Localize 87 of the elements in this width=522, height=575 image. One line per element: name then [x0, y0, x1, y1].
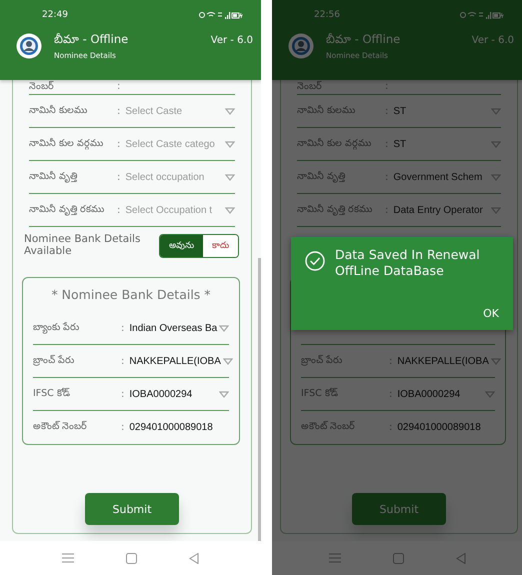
submit-button[interactable]: Submit — [85, 493, 179, 525]
submit-button[interactable]: Submit — [352, 493, 446, 525]
bank-details-label: Nominee Bank Details Available — [24, 234, 142, 258]
colon: : — [385, 81, 388, 92]
dropdown-icon[interactable] — [485, 390, 495, 398]
menu-icon[interactable] — [62, 553, 74, 563]
colon: : — [389, 356, 392, 366]
app-title: బీమా - Offline — [326, 32, 402, 48]
dropdown-icon[interactable] — [225, 140, 235, 148]
dropdown-value[interactable]: NAKKEPALLE(IOBA — [129, 356, 221, 366]
check-circle-icon — [305, 251, 325, 271]
field-label: నెంబర్ — [297, 82, 323, 92]
bank-details-title: * Nominee Bank Details * — [50, 286, 212, 304]
colon: : — [121, 388, 124, 400]
field-label: బ్రాంచ్ పేరు — [301, 356, 344, 366]
field-label: నామినీ వృత్తి — [297, 172, 346, 182]
app-title: బీమా - Offline — [54, 32, 130, 48]
field-value: 029401000089018 — [129, 422, 213, 433]
colon: : — [385, 172, 388, 182]
logo-icon — [288, 33, 314, 59]
home-icon[interactable] — [392, 552, 404, 564]
ok-button[interactable]: OK — [479, 305, 503, 322]
colon: : — [117, 106, 120, 116]
dropdown-value[interactable]: IOBA0000294 — [397, 388, 460, 400]
field-label: నామినీ కుల వర్గము — [297, 138, 372, 150]
status-time: 22:56 — [314, 10, 340, 20]
colon: : — [385, 106, 388, 116]
back-icon[interactable] — [189, 552, 199, 564]
dropdown-icon[interactable] — [491, 206, 501, 214]
back-icon[interactable] — [456, 552, 466, 564]
toggle-option[interactable]: కాదు — [203, 235, 238, 257]
dropdown-value[interactable]: Indian Overseas Ba — [129, 322, 218, 334]
field-value: 029401000089018 — [397, 422, 481, 433]
colon: : — [121, 422, 124, 433]
status-time: 22:49 — [42, 10, 68, 20]
field-label: IFSC కోడ్ — [301, 388, 339, 400]
colon: : — [117, 204, 120, 216]
status-icons — [460, 10, 504, 20]
version-label: Ver - 6.0 — [472, 35, 514, 46]
colon: : — [385, 138, 388, 150]
toggle-option[interactable]: అవును — [160, 235, 203, 257]
colon: : — [121, 356, 124, 366]
field-label: అకౌంట్ నెంబర్ — [301, 422, 356, 433]
dropdown-icon[interactable] — [219, 390, 229, 398]
menu-icon[interactable] — [328, 553, 340, 563]
field-label: నెంబర్ — [29, 82, 55, 92]
field-label: నామినీ వృత్తి రకము — [297, 204, 374, 216]
dropdown-icon[interactable] — [222, 358, 233, 364]
home-icon[interactable] — [126, 552, 137, 564]
dropdown-icon[interactable] — [225, 174, 235, 180]
dropdown-icon[interactable] — [491, 174, 501, 180]
dropdown-value[interactable]: NAKKEPALLE(IOBA — [397, 356, 489, 366]
colon: : — [117, 81, 120, 92]
field-label: నామినీ వృత్తి రకము — [29, 204, 106, 216]
colon: : — [117, 172, 120, 182]
dropdown-icon[interactable] — [219, 324, 230, 332]
colon: : — [117, 138, 120, 150]
colon: : — [385, 204, 388, 216]
dropdown-icon[interactable] — [225, 206, 235, 214]
field-label: బ్యాంకు పేరు — [33, 322, 80, 334]
dropdown-icon[interactable] — [490, 358, 501, 364]
field-label: అకౌంట్ నెంబర్ — [33, 422, 88, 433]
dropdown-icon[interactable] — [225, 108, 235, 114]
dropdown-value[interactable]: Government Schem — [393, 172, 482, 182]
colon: : — [121, 322, 124, 334]
field-label: నామినీ కులము — [29, 106, 88, 116]
dialog-message: Data Saved In Renewal OffLine DataBase — [335, 247, 481, 278]
dropdown-placeholder[interactable]: Select Caste — [125, 106, 182, 116]
status-icons — [199, 10, 243, 20]
colon: : — [389, 422, 392, 433]
dropdown-value[interactable]: ST — [393, 138, 406, 150]
version-label: Ver - 6.0 — [210, 35, 253, 46]
dropdown-value[interactable]: Data Entry Operator — [393, 204, 483, 216]
field-label: బ్రాంచ్ పేరు — [33, 356, 76, 366]
dropdown-placeholder[interactable]: Select Caste catego — [125, 138, 215, 150]
field-label: నామినీ కుల వర్గము — [29, 138, 104, 150]
field-label: నామినీ కులము — [297, 106, 356, 116]
colon: : — [389, 388, 392, 400]
dropdown-placeholder[interactable]: Select occupation — [125, 172, 204, 182]
dropdown-value[interactable]: IOBA0000294 — [129, 388, 192, 400]
dropdown-value[interactable]: ST — [393, 106, 406, 116]
logo-icon — [16, 33, 42, 59]
dropdown-icon[interactable] — [491, 108, 501, 114]
dropdown-icon[interactable] — [491, 140, 501, 148]
field-label: IFSC కోడ్ — [33, 388, 71, 400]
field-label: నామినీ వృత్తి — [29, 172, 78, 182]
dropdown-placeholder[interactable]: Select Occupation t — [125, 204, 212, 216]
